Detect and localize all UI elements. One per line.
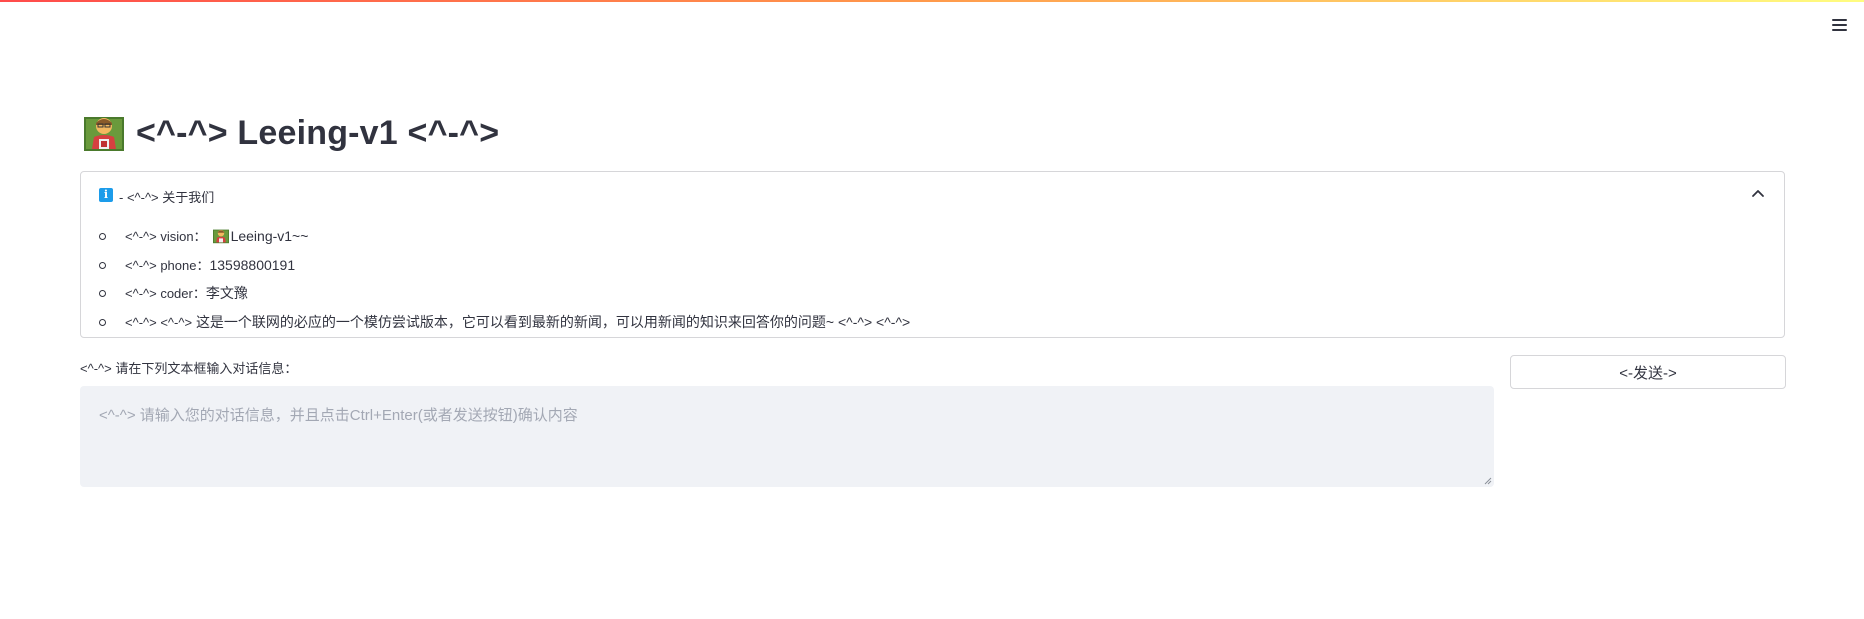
info-icon: i (99, 188, 113, 202)
expander-header[interactable]: i - <^-^> 关于我们 (81, 172, 1784, 218)
bullet-icon (99, 261, 106, 269)
vision-label: <^-^> vision： (125, 229, 207, 244)
bullet-icon (99, 233, 106, 240)
teacher-emoji-icon (212, 229, 229, 244)
list-item-coder: <^-^> coder：李文豫 (81, 279, 1784, 308)
teacher-emoji-icon (84, 117, 124, 151)
resize-grip-icon[interactable] (1482, 475, 1492, 485)
coder-label: <^-^> coder： (125, 286, 206, 301)
coder-value: 李文豫 (205, 285, 248, 301)
description-value: 这是一个联网的必应的一个模仿尝试版本，它可以看到最新的新闻，可以用新闻的知识来回… (195, 313, 911, 330)
phone-value: 13598800191 (209, 256, 296, 273)
list-item-vision: <^-^> vision： Leeing-v1~~ (81, 222, 1784, 251)
description-prefix: <^-^> <^-^> (125, 314, 193, 330)
expander-title: - <^-^> 关于我们 (119, 190, 215, 205)
phone-label: <^-^> phone： (125, 257, 210, 273)
hamburger-menu-icon[interactable] (1830, 16, 1850, 34)
chevron-up-icon[interactable] (1750, 186, 1766, 202)
chat-input-label: <^-^> 请在下列文本框输入对话信息： (80, 361, 298, 376)
chat-input[interactable] (80, 386, 1494, 487)
list-item-description: <^-^> <^-^> 这是一个联网的必应的一个模仿尝试版本，它可以看到最新的新… (81, 308, 1784, 337)
page-title: <^-^> Leeing-v1 <^-^> (84, 110, 499, 156)
page-title-text: <^-^> Leeing-v1 <^-^> (136, 113, 500, 152)
vision-value: Leeing-v1~~ (230, 228, 309, 244)
bullet-icon (99, 318, 106, 326)
send-button[interactable]: <-发送-> (1510, 355, 1786, 389)
about-us-expander: i - <^-^> 关于我们 <^-^> vision： Leeing-v1~~… (80, 171, 1785, 338)
about-list: <^-^> vision： Leeing-v1~~ <^-^> phone：13… (81, 222, 1784, 336)
top-decoration-stripe (0, 0, 1864, 2)
bullet-icon (99, 290, 106, 297)
list-item-phone: <^-^> phone：13598800191 (81, 251, 1784, 280)
